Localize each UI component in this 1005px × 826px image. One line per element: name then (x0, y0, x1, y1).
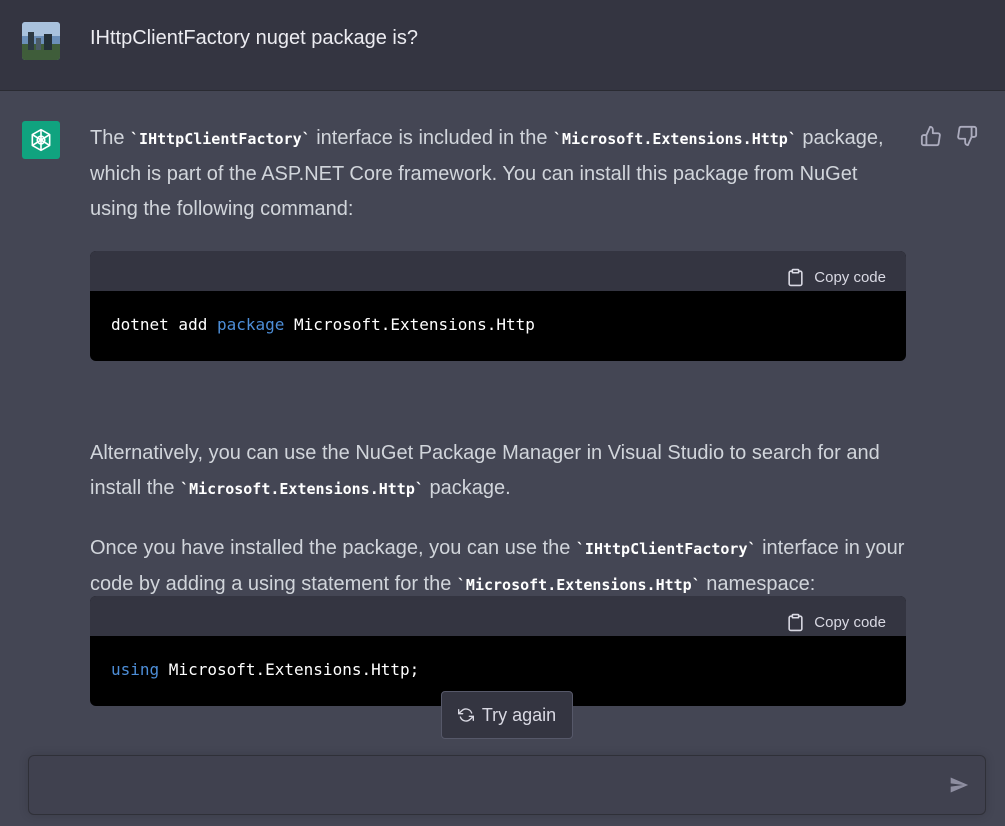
feedback-buttons (920, 125, 978, 147)
code-block-header: Copy code (90, 596, 906, 636)
chatgpt-logo-icon (22, 121, 60, 159)
try-again-button[interactable]: Try again (441, 691, 573, 739)
code-text: Microsoft.Extensions.Http; (159, 660, 420, 679)
text-segment: interface is included in the (310, 127, 554, 149)
paragraph-3: Once you have installed the package, you… (90, 531, 906, 603)
text-segment: package. (423, 477, 511, 499)
inline-code: `Microsoft.Extensions.Http` (180, 480, 424, 498)
code-block-2: Copy code using Microsoft.Extensions.Htt… (90, 596, 906, 706)
try-again-label: Try again (481, 704, 557, 725)
copy-code-label: Copy code (814, 614, 886, 631)
regenerate-icon (457, 708, 474, 722)
paragraph-1: The `IHttpClientFactory` interface is in… (90, 121, 890, 227)
user-avatar (22, 22, 60, 60)
assistant-message-row: The `IHttpClientFactory` interface is in… (0, 91, 1005, 826)
code-block-header: Copy code (90, 251, 906, 291)
thumbs-down-icon[interactable] (956, 125, 978, 147)
clipboard-icon (788, 613, 803, 632)
copy-code-button[interactable]: Copy code (786, 260, 886, 295)
code-text: dotnet add (111, 315, 217, 334)
inline-code: `Microsoft.Extensions.Http` (553, 130, 797, 148)
inline-code: `Microsoft.Extensions.Http` (456, 576, 701, 594)
user-message-row: IHttpClientFactory nuget package is? (0, 0, 1005, 91)
code-content: dotnet add package Microsoft.Extensions.… (90, 291, 906, 361)
code-text: Microsoft.Extensions.Http (284, 315, 535, 334)
send-icon[interactable] (949, 775, 971, 797)
text-segment: Once you have installed the package, you… (90, 537, 576, 559)
copy-code-button[interactable]: Copy code (786, 605, 886, 640)
thumbs-up-icon[interactable] (920, 125, 942, 147)
code-keyword: package (216, 315, 285, 334)
code-block-1: Copy code dotnet add package Microsoft.E… (90, 251, 906, 361)
copy-code-label: Copy code (814, 269, 886, 286)
message-input[interactable] (28, 755, 986, 815)
text-segment: The (90, 127, 131, 149)
user-message-text: IHttpClientFactory nuget package is? (90, 27, 418, 49)
inline-code: `IHttpClientFactory` (575, 540, 757, 558)
clipboard-icon (788, 268, 803, 287)
inline-code: `IHttpClientFactory` (130, 130, 311, 148)
code-keyword: using (111, 660, 160, 679)
text-segment: namespace: (700, 573, 816, 595)
paragraph-2: Alternatively, you can use the NuGet Pac… (90, 436, 906, 507)
